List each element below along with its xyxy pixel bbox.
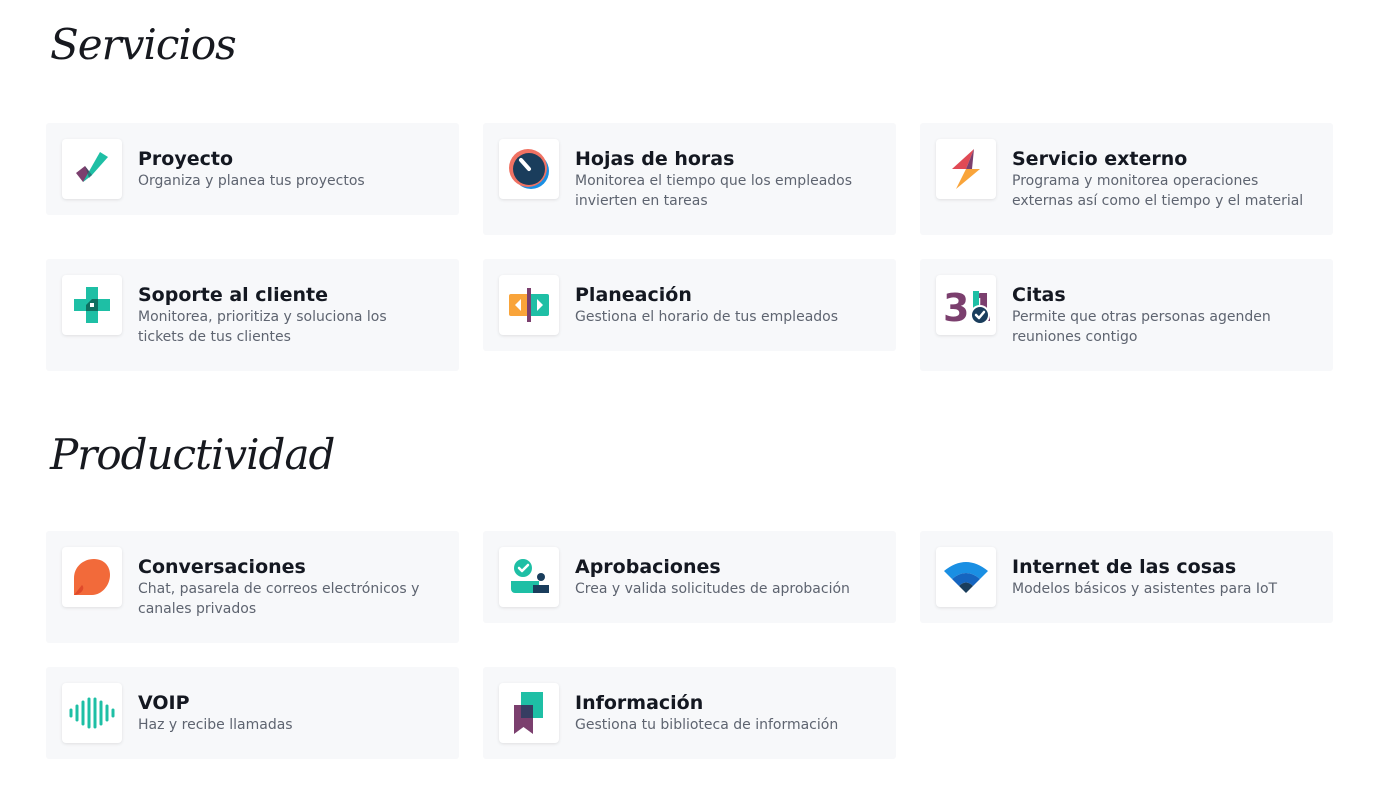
wifi-icon [936,547,996,607]
card-title: Proyecto [138,148,234,170]
app-card-proyecto[interactable]: Proyecto Organiza y planea tus proyectos [46,123,459,215]
card-description: Modelos básicos y asistentes para IoT [1012,581,1278,597]
lightning-icon [936,139,996,199]
app-card-internet-de-las-cosas[interactable]: Internet de las cosas Modelos básicos y … [920,531,1333,623]
card-description: Monitorea, prioritiza y soluciona los ti… [138,309,387,345]
card-description: Gestiona tu biblioteca de información [575,717,839,733]
calendar-31-icon: 31 [936,275,996,335]
app-card-servicio-externo[interactable]: Servicio externo Programa y monitorea op… [920,123,1333,235]
app-card-hojas-de-horas[interactable]: Hojas de horas Monitorea el tiempo que l… [483,123,896,235]
section-title-productividad: Productividad [50,430,335,479]
card-title: Información [575,692,704,714]
card-description: Monitorea el tiempo que los empleados in… [575,173,853,209]
card-title: VOIP [138,692,190,714]
app-card-aprobaciones[interactable]: Aprobaciones Crea y valida solicitudes d… [483,531,896,623]
app-card-voip[interactable]: VOIP Haz y recibe llamadas [46,667,459,759]
timer-icon [499,139,559,199]
card-title: Planeación [575,284,692,306]
card-description: Crea y valida solicitudes de aprobación [575,581,850,597]
card-description: Chat, pasarela de correos electrónicos y… [138,581,420,617]
card-title: Servicio externo [1012,148,1188,170]
bookmark-icon [499,683,559,743]
card-description: Gestiona el horario de tus empleados [575,309,839,325]
approval-icon [499,547,559,607]
app-card-conversaciones[interactable]: Conversaciones Chat, pasarela de correos… [46,531,459,643]
card-description: Organiza y planea tus proyectos [138,173,365,189]
app-card-planeacion[interactable]: Planeación Gestiona el horario de tus em… [483,259,896,351]
app-card-soporte-al-cliente[interactable]: Soporte al cliente Monitorea, prioritiza… [46,259,459,371]
app-card-citas[interactable]: 31 Citas Permite que otras personas agen… [920,259,1333,371]
card-description: Haz y recibe llamadas [138,717,293,733]
chat-bubble-icon [62,547,122,607]
card-title: Conversaciones [138,556,306,578]
card-description: Programa y monitorea operaciones externa… [1012,173,1304,209]
card-title: Citas [1012,284,1066,306]
card-title: Internet de las cosas [1012,556,1237,578]
support-cross-icon [62,275,122,335]
app-card-informacion[interactable]: Información Gestiona tu biblioteca de in… [483,667,896,759]
card-description: Permite que otras personas agenden reuni… [1012,309,1271,345]
project-check-icon [62,139,122,199]
planning-icon [499,275,559,335]
card-title: Soporte al cliente [138,284,328,306]
card-title: Aprobaciones [575,556,721,578]
card-title: Hojas de horas [575,148,735,170]
soundwave-icon [62,683,122,743]
section-title-servicios: Servicios [50,20,237,69]
